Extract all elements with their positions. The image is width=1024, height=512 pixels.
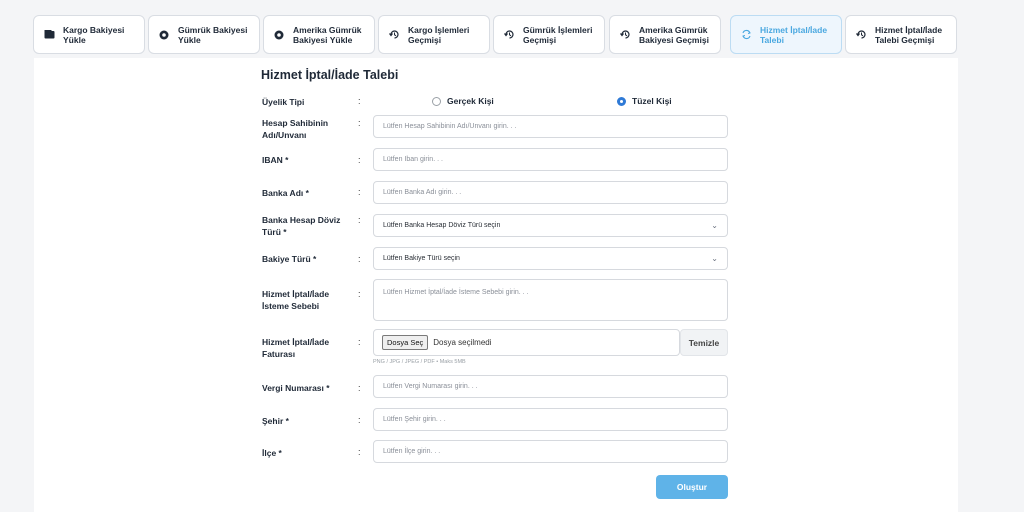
city-input[interactable]: Lütfen Şehir girin. . . <box>373 408 728 431</box>
refresh-icon <box>739 28 753 42</box>
currency-label: Banka Hesap Döviz Türü * <box>262 215 341 237</box>
account-holder-input[interactable]: Lütfen Hesap Sahibinin Adı/Unvanı girin.… <box>373 115 728 138</box>
invoice-label: Hizmet İptal/İade Faturası <box>262 337 330 359</box>
history-icon <box>387 28 401 42</box>
file-hint: PNG / JPG / JPEG / PDF • Maks 5MB <box>373 359 466 365</box>
colon: : <box>358 415 361 425</box>
globe-icon <box>272 28 286 42</box>
currency-select[interactable]: Lütfen Banka Hesap Döviz Türü seçin ⌄ <box>373 214 728 237</box>
reason-textarea[interactable]: Lütfen Hizmet İptal/İade İsteme Sebebi g… <box>373 279 728 321</box>
chevron-down-icon: ⌄ <box>711 221 718 230</box>
balance-type-select[interactable]: Lütfen Bakiye Türü seçin ⌄ <box>373 247 728 270</box>
iban-input[interactable]: Lütfen Iban girin. . . <box>373 148 728 171</box>
radio-circle <box>432 96 441 106</box>
colon: : <box>358 383 361 393</box>
radio-label: Tüzel Kişi <box>632 96 672 106</box>
radio-label: Gerçek Kişi <box>447 96 494 106</box>
bank-name-label: Banka Adı * <box>262 188 309 198</box>
wallet-icon <box>42 28 56 42</box>
reason-label: Hizmet İptal/İade İsteme Sebebi <box>262 289 330 311</box>
tab-label: Gümrük Bakiyesi Yükle <box>178 24 248 45</box>
history-icon <box>854 28 868 42</box>
clear-button[interactable]: Temizle <box>680 329 728 356</box>
colon: : <box>358 96 361 106</box>
tab-gumruk-bakiyesi-yukle[interactable]: Gümrük Bakiyesi Yükle <box>148 15 260 54</box>
tax-number-label: Vergi Numarası * <box>262 383 330 393</box>
invoice-file-input[interactable]: Dosya Seç Dosya seçilmedi <box>373 329 680 356</box>
tab-kargo-bakiyesi-yukle[interactable]: Kargo Bakiyesi Yükle <box>33 15 145 54</box>
tab-hizmet-iptal-iade-talebi[interactable]: Hizmet İptal/İade Talebi <box>730 15 842 54</box>
tab-hizmet-iptal-iade-talebi-gecmisi[interactable]: Hizmet İptal/İade Talebi Geçmişi <box>845 15 957 54</box>
tab-amerika-gumruk-bakiyesi-yukle[interactable]: Amerika Gümrük Bakiyesi Yükle <box>263 15 375 54</box>
district-label: İlçe * <box>262 448 282 458</box>
tab-gumruk-islemleri-gecmisi[interactable]: Gümrük İşlemleri Geçmişi <box>493 15 605 54</box>
tab-label: Amerika Gümrük Bakiyesi Yükle <box>293 24 362 45</box>
membership-label: Üyelik Tipi <box>262 97 305 107</box>
colon: : <box>358 155 361 165</box>
globe-icon <box>157 28 171 42</box>
history-icon <box>502 28 516 42</box>
tab-label: Hizmet İptal/İade Talebi Geçmişi <box>875 24 943 45</box>
account-holder-label: Hesap Sahibinin Adı/Unvanı <box>262 118 329 140</box>
tab-label: Kargo Bakiyesi Yükle <box>63 24 125 45</box>
radio-corporate[interactable]: Tüzel Kişi <box>617 96 672 106</box>
city-label: Şehir * <box>262 416 289 426</box>
colon: : <box>358 289 361 299</box>
tab-amerika-gumruk-bakiyesi-gecmisi[interactable]: Amerika Gümrük Bakiyesi Geçmişi <box>609 15 721 54</box>
colon: : <box>358 254 361 264</box>
page-title: Hizmet İptal/İade Talebi <box>261 68 399 82</box>
balance-type-label: Bakiye Türü * <box>262 254 317 264</box>
tab-label: Gümrük İşlemleri Geçmişi <box>523 24 593 45</box>
colon: : <box>358 187 361 197</box>
chevron-down-icon: ⌄ <box>711 254 718 263</box>
colon: : <box>358 447 361 457</box>
tab-label: Kargo İşlemleri Geçmişi <box>408 24 470 45</box>
file-status: Dosya seçilmedi <box>433 338 492 347</box>
choose-file-button[interactable]: Dosya Seç <box>382 335 429 350</box>
district-input[interactable]: Lütfen İlçe girin. . . <box>373 440 728 463</box>
iban-label: IBAN * <box>262 155 289 165</box>
radio-individual[interactable]: Gerçek Kişi <box>432 96 494 106</box>
submit-button[interactable]: Oluştur <box>656 475 728 499</box>
bank-name-input[interactable]: Lütfen Banka Adı girin. . . <box>373 181 728 204</box>
radio-circle-selected <box>617 96 626 106</box>
balance-type-select-value: Lütfen Bakiye Türü seçin <box>383 255 460 262</box>
tab-kargo-islemleri-gecmisi[interactable]: Kargo İşlemleri Geçmişi <box>378 15 490 54</box>
tab-label: Amerika Gümrük Bakiyesi Geçmişi <box>639 24 709 45</box>
tax-number-input[interactable]: Lütfen Vergi Numarası girin. . . <box>373 375 728 398</box>
history-icon <box>618 28 632 42</box>
currency-select-value: Lütfen Banka Hesap Döviz Türü seçin <box>383 222 501 229</box>
colon: : <box>358 215 361 225</box>
colon: : <box>358 337 361 347</box>
tab-label: Hizmet İptal/İade Talebi <box>760 24 828 45</box>
colon: : <box>358 118 361 128</box>
